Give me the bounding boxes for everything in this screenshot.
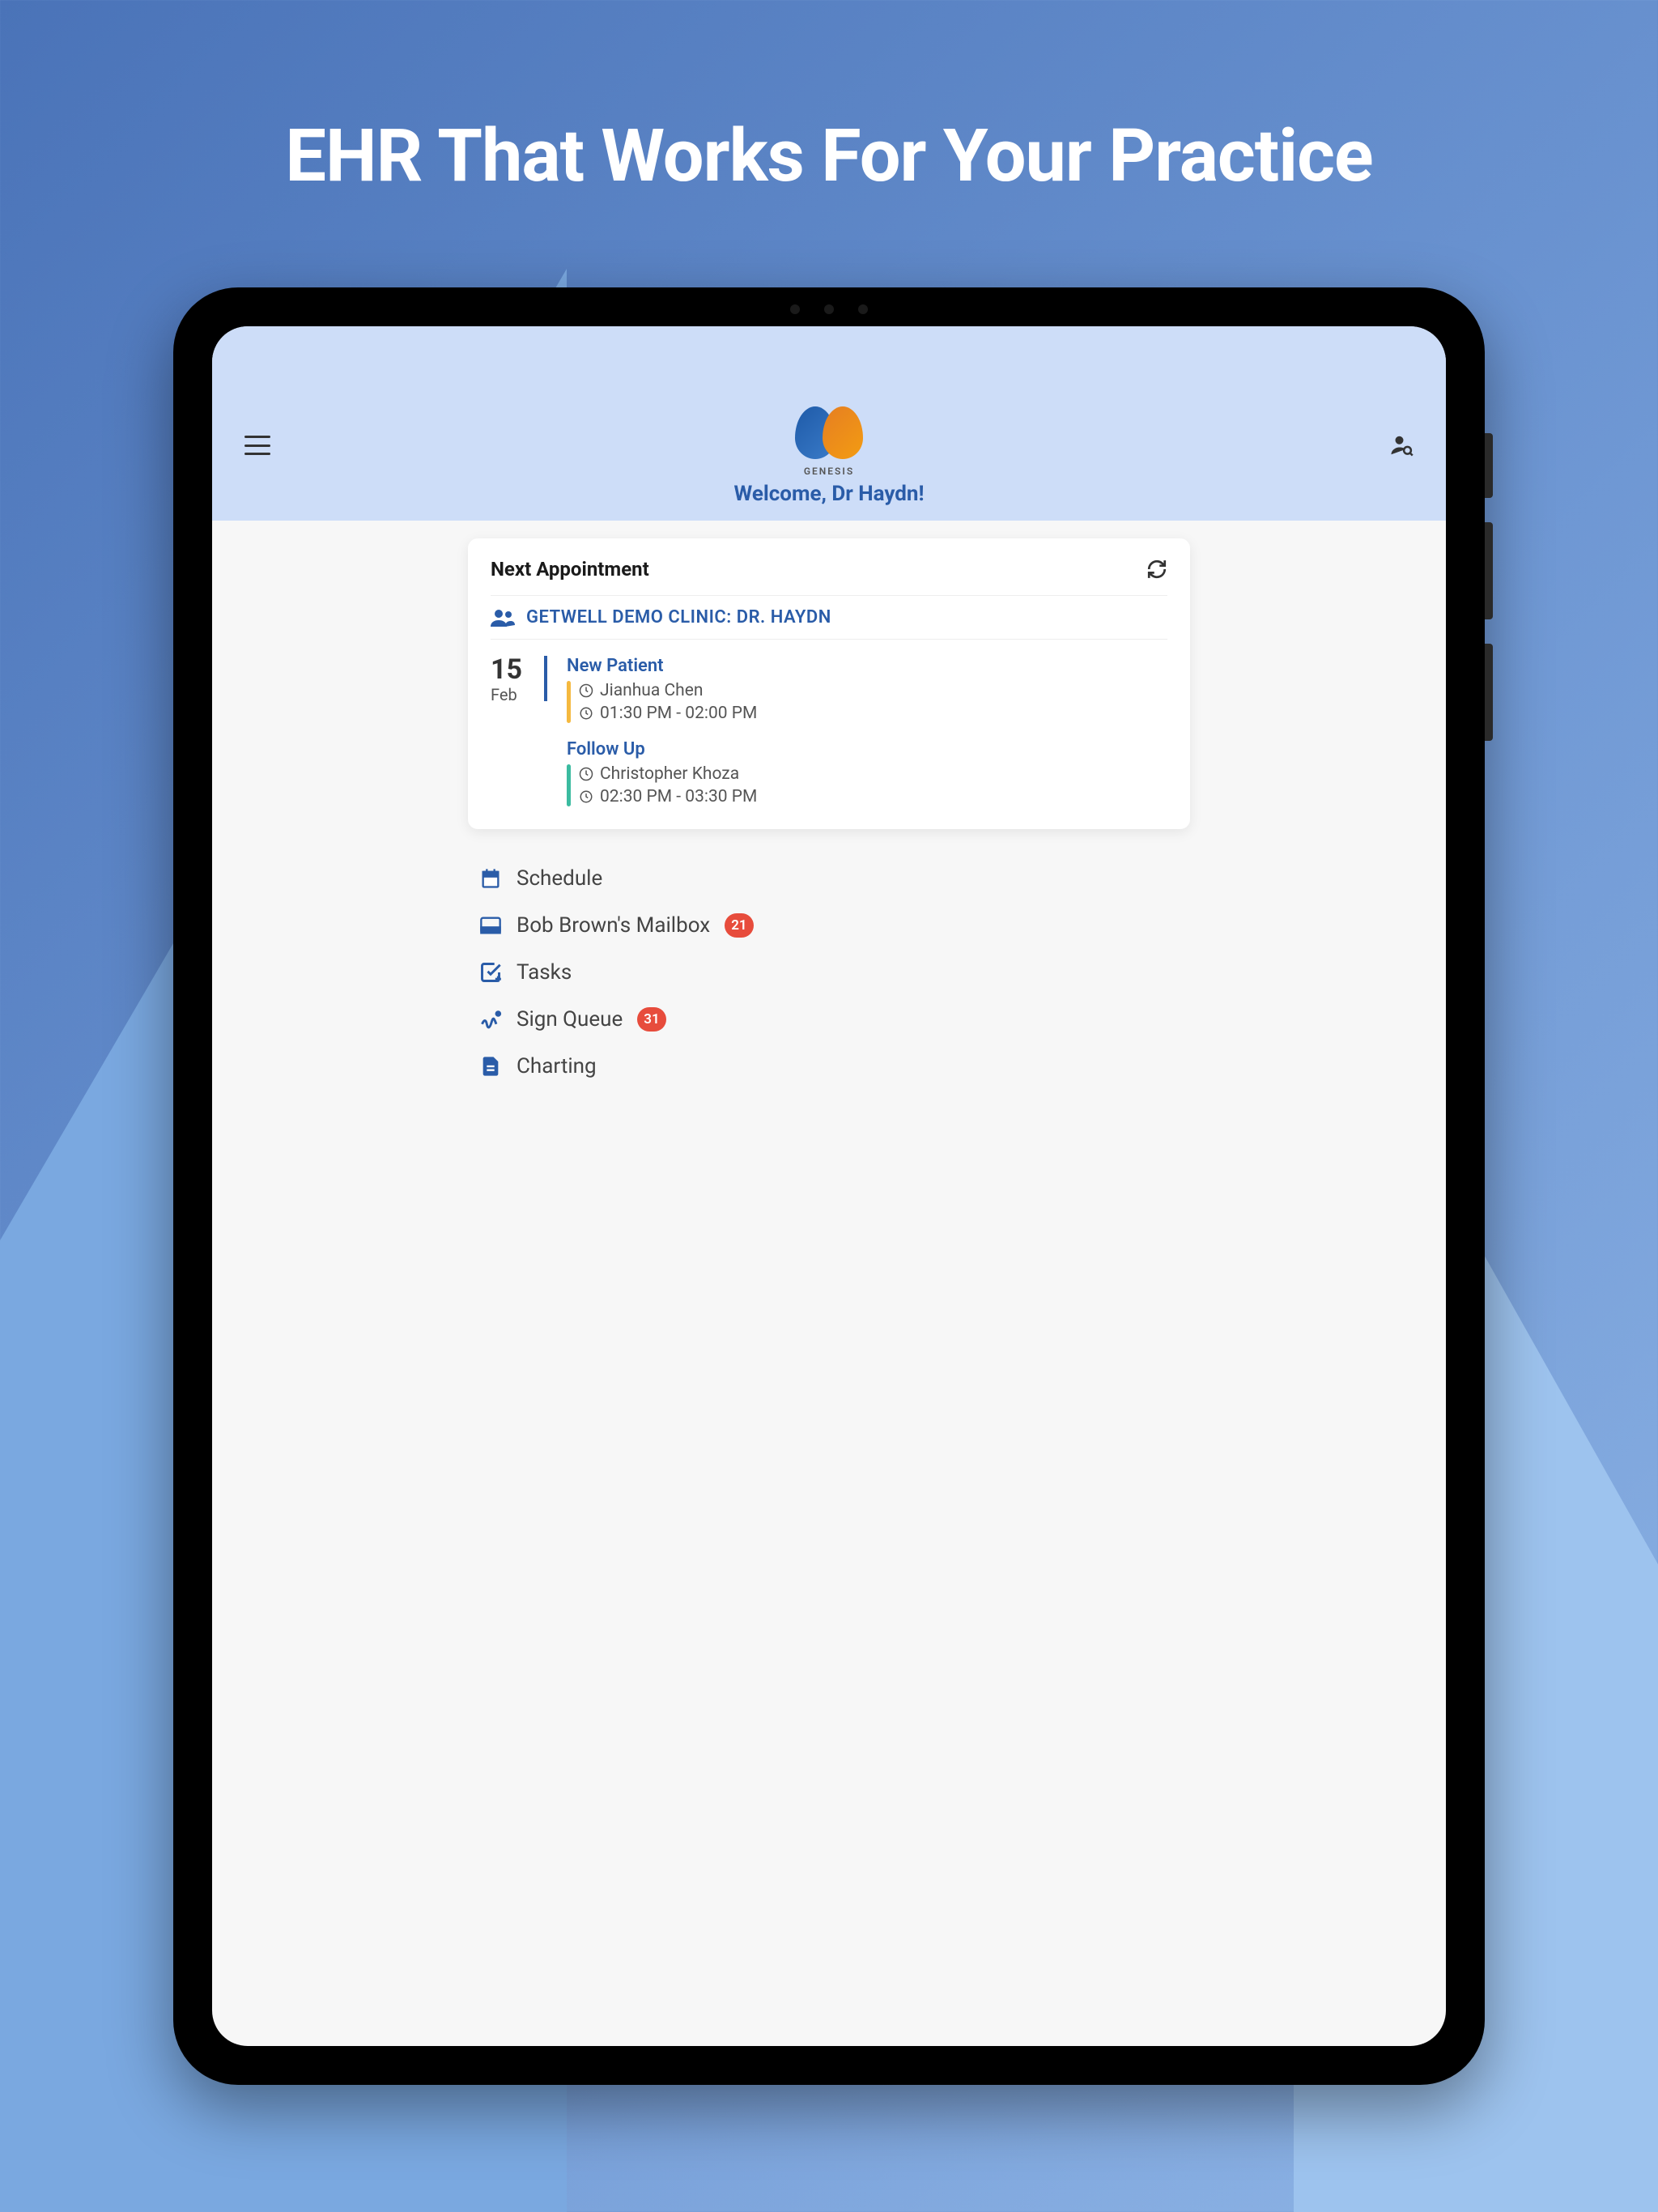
appointment-type: New Patient — [567, 656, 1167, 676]
clinic-selector[interactable]: GETWELL DEMO CLINIC: DR. HAYDN — [491, 595, 1167, 640]
nav-sign-queue[interactable]: Sign Queue 31 — [479, 1007, 1190, 1032]
nav-label: Tasks — [517, 960, 572, 985]
nav-label: Schedule — [517, 866, 602, 891]
search-patient-button[interactable] — [1389, 433, 1414, 457]
document-icon — [479, 1055, 502, 1078]
appointment-color-bar — [567, 764, 571, 806]
tablet-frame: GENESIS Welcome, Dr Haydn! Next Appointm… — [173, 287, 1485, 2085]
refresh-button[interactable] — [1146, 559, 1167, 580]
logo-text: GENESIS — [804, 466, 854, 477]
appointment-item[interactable]: New Patient Jianhua Chen — [567, 656, 1167, 723]
card-title: Next Appointment — [491, 558, 649, 581]
app-logo: GENESIS — [789, 402, 869, 475]
nav-label: Charting — [517, 1054, 597, 1078]
nav-label: Sign Queue — [517, 1007, 623, 1032]
nav-label: Bob Brown's Mailbox — [517, 913, 710, 938]
nav-mailbox[interactable]: Bob Brown's Mailbox 21 — [479, 913, 1190, 938]
tasks-icon — [479, 961, 502, 984]
main-content: Next Appointment GETWELL DEMO CLINIC: DR… — [212, 521, 1446, 2046]
appointment-color-bar — [567, 681, 571, 723]
clock-icon — [579, 706, 593, 721]
patient-name-row: Jianhua Chen — [579, 681, 757, 700]
date-day: 15 — [491, 656, 522, 683]
people-icon — [491, 609, 515, 627]
patient-name-row: Christopher Khoza — [579, 764, 757, 784]
date-month: Feb — [491, 685, 517, 704]
time-row: 01:30 PM - 02:00 PM — [579, 704, 757, 723]
signature-icon — [479, 1008, 502, 1031]
menu-button[interactable] — [244, 436, 270, 455]
badge: 31 — [637, 1007, 665, 1032]
app-header: GENESIS Welcome, Dr Haydn! — [212, 326, 1446, 521]
next-appointment-card: Next Appointment GETWELL DEMO CLINIC: DR… — [468, 538, 1190, 829]
clock-icon — [579, 789, 593, 804]
nav-list: Schedule Bob Brown's Mailbox 21 Tasks — [468, 866, 1190, 1078]
appointment-item[interactable]: Follow Up Christopher Khoza — [567, 739, 1167, 806]
calendar-icon — [479, 867, 502, 890]
nav-schedule[interactable]: Schedule — [479, 866, 1190, 891]
person-icon — [579, 767, 593, 781]
badge: 21 — [725, 913, 753, 938]
appointment-type: Follow Up — [567, 739, 1167, 759]
nav-charting[interactable]: Charting — [479, 1054, 1190, 1078]
nav-tasks[interactable]: Tasks — [479, 960, 1190, 985]
person-icon — [579, 683, 593, 698]
mailbox-icon — [479, 914, 502, 937]
date-block: 15 Feb — [491, 656, 547, 701]
welcome-text: Welcome, Dr Haydn! — [733, 482, 924, 506]
app-screen: GENESIS Welcome, Dr Haydn! Next Appointm… — [212, 326, 1446, 2046]
hero-title: EHR That Works For Your Practice — [0, 0, 1658, 198]
clinic-name: GETWELL DEMO CLINIC: DR. HAYDN — [526, 607, 831, 627]
time-row: 02:30 PM - 03:30 PM — [579, 787, 757, 806]
